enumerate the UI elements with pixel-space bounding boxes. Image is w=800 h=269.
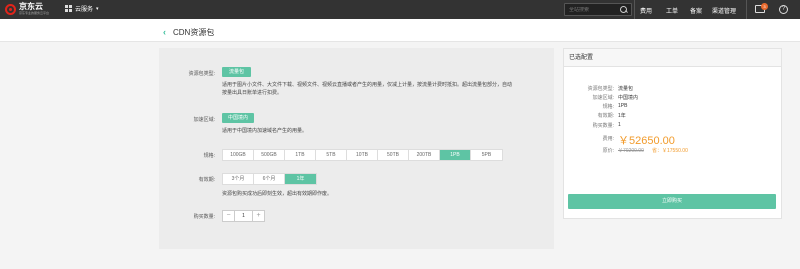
quantity-decrement-button[interactable]: − [223,211,234,221]
quantity-increment-button[interactable]: + [253,211,264,221]
title-bar [0,19,800,42]
spec-option-1pb[interactable]: 1PB [440,150,471,160]
package-type-desc-line1: 适用于图片小文件、大文件下载、视频文件、视频云直播或者产生的用量，仅减上计量，按… [222,82,513,88]
nav-billing[interactable]: 费用 [640,6,652,15]
cloud-services-menu[interactable]: 云服务 ▾ [65,4,99,13]
summary-title: 已选配置 [564,49,781,67]
package-type-label: 资源包类型: [188,71,215,77]
spec-option-5tb[interactable]: 5TB [316,150,347,160]
quantity-input[interactable]: 1 [234,211,253,221]
region-option-china[interactable]: 中国境内 [222,113,254,123]
buy-now-button[interactable]: 立即购买 [568,194,776,209]
spec-label: 规格: [203,153,215,159]
page-title: CDN资源包 [173,28,215,37]
package-type-option-traffic[interactable]: 流量包 [222,67,251,77]
summary-value: 中国境内 [618,95,639,101]
fee-label: 费用: [602,136,614,142]
summary-key: 购买数量: [592,123,614,129]
divider [634,0,635,19]
quantity-label: 购买数量: [193,214,215,220]
summary-key: 加速区域: [592,95,614,101]
grid-menu-icon [65,5,72,12]
chevron-down-icon: ▾ [96,5,99,12]
summary-value: 1PB [618,103,628,109]
spec-options: 100GB 500GB 1TB 5TB 10TB 50TB 200TB 1PB … [222,149,503,161]
global-search [564,3,632,16]
summary-value: 1年 [618,113,626,119]
back-arrow-icon[interactable]: ‹ [163,27,166,37]
nav-icp-filing[interactable]: 备案 [690,6,702,15]
period-desc: 资源包购买成功后即刻生效，超出有效期即作废。 [222,191,333,197]
spec-option-1tb[interactable]: 1TB [285,150,316,160]
period-label: 有效期: [198,177,215,183]
spec-option-500gb[interactable]: 500GB [254,150,285,160]
notification-badge: 3 [761,3,768,10]
spec-option-50tb[interactable]: 50TB [378,150,409,160]
region-label: 加速区域: [193,117,215,123]
period-option-1-year[interactable]: 1年 [285,174,316,184]
spec-option-100gb[interactable]: 100GB [223,150,254,160]
nav-tickets[interactable]: 工单 [666,6,678,15]
saving-amount: 省：￥17550.00 [652,148,688,154]
spec-option-10tb[interactable]: 10TB [347,150,378,160]
brand-logo[interactable]: 京东云 京东专业的服务云平台 [5,3,49,15]
period-option-3-months[interactable]: 3个月 [223,174,254,184]
brand-tagline: 京东专业的服务云平台 [19,11,50,15]
region-desc: 适用于中国境内加速域名产生的用量。 [222,128,308,134]
spec-option-200tb[interactable]: 200TB [409,150,440,160]
fee-amount: ￥52650.00 [618,135,675,147]
search-input[interactable] [565,6,617,13]
original-price-label: 原价: [602,148,614,154]
summary-key: 资源包类型: [587,86,614,92]
quantity-stepper: − 1 + [222,210,265,222]
help-icon[interactable]: ? [779,5,788,14]
divider [746,0,747,19]
original-price: ￥70200.00 [618,148,644,154]
nav-channel-management[interactable]: 渠道管理 [712,6,736,15]
cloud-services-label: 云服务 [75,7,94,13]
summary-key: 有效期: [597,113,614,119]
period-options: 3个月 6个月 1年 [222,173,317,185]
search-icon[interactable] [619,5,629,15]
top-bar: 京东云 京东专业的服务云平台 云服务 ▾ 费用 工单 备案 渠道管理 3 ? [0,0,800,19]
jdcloud-logo-icon [5,3,16,15]
summary-value: 1 [618,122,621,128]
summary-value: 流量包 [618,86,634,92]
spec-option-5pb[interactable]: 5PB [471,150,502,160]
period-option-6-months[interactable]: 6个月 [254,174,285,184]
summary-key: 规格: [602,104,614,110]
brand-name: 京东云 [19,2,43,11]
package-type-desc-line2: 按量出具日账单进行扣费。 [222,90,283,96]
